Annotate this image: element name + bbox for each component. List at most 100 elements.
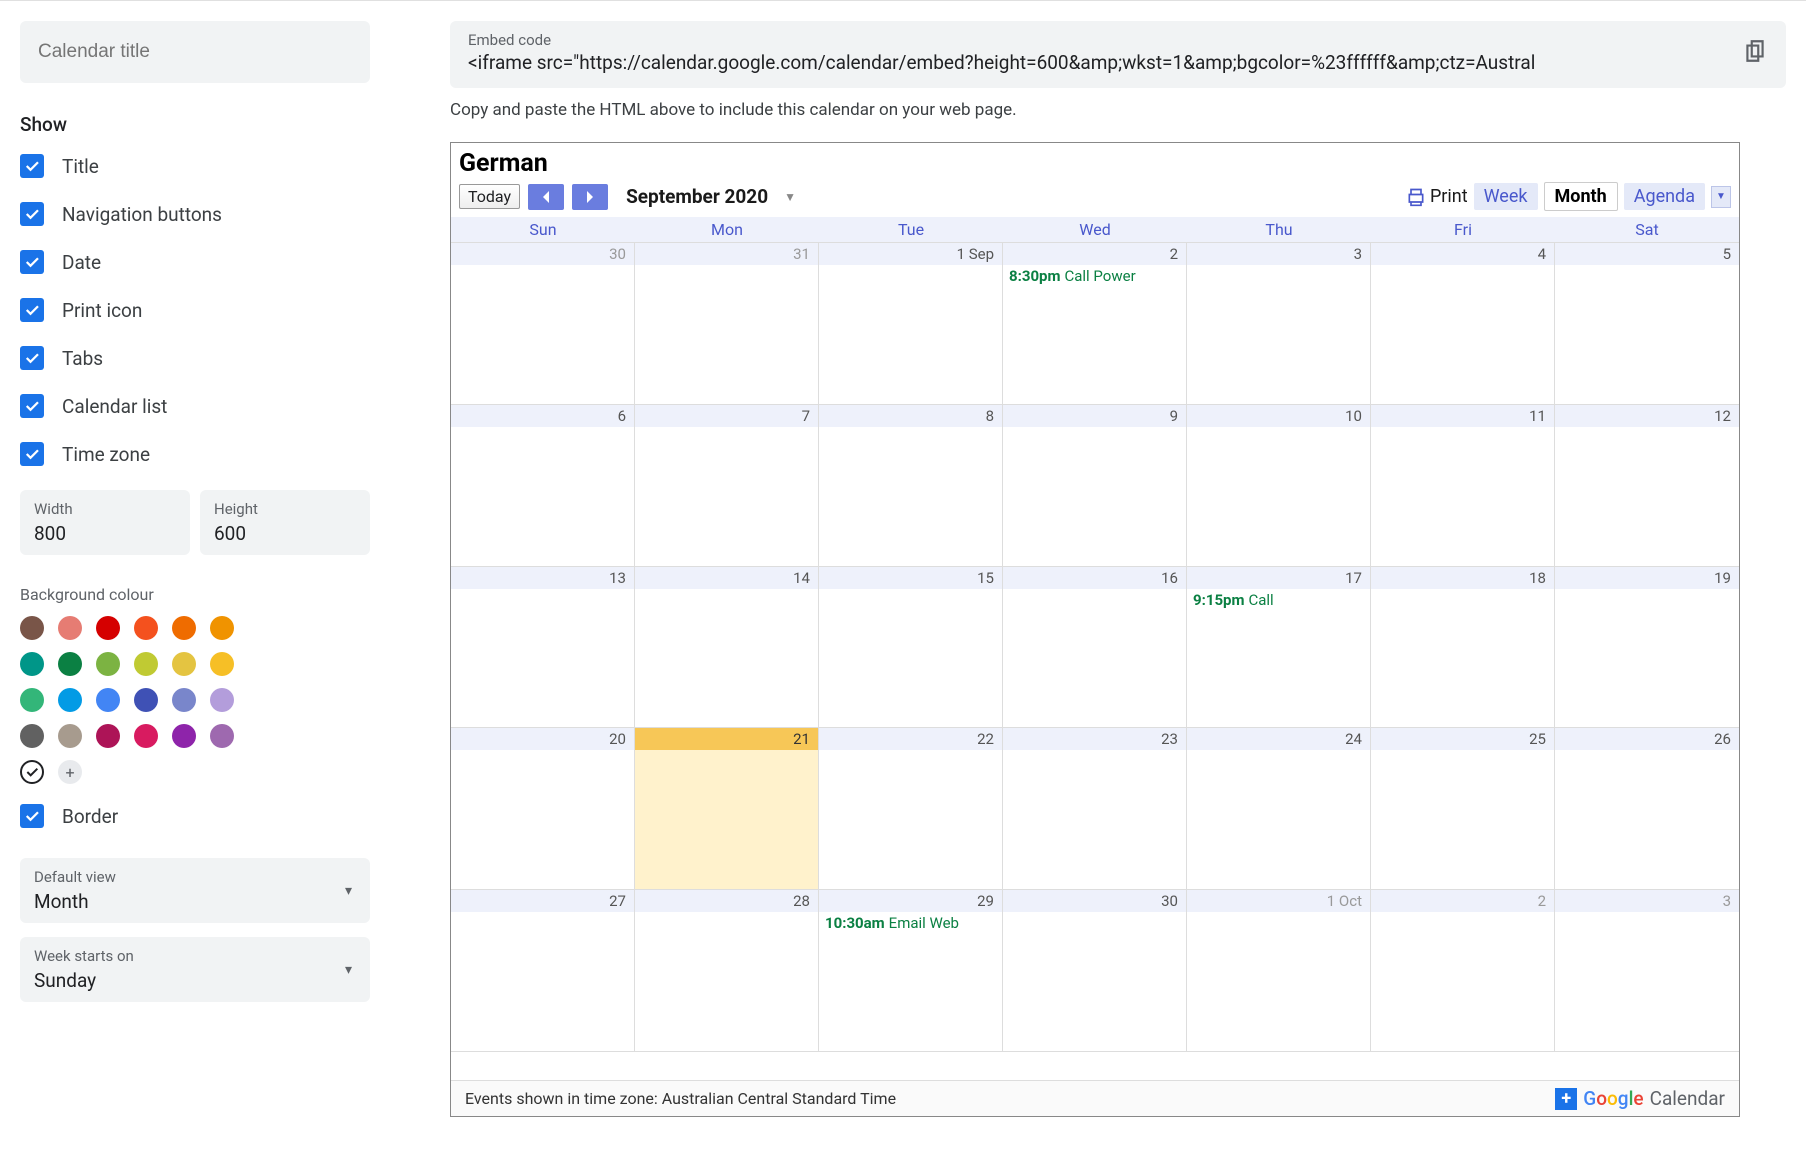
date-number: 16 — [1003, 567, 1186, 589]
date-number: 10 — [1187, 405, 1370, 427]
google-logo: Google — [1583, 1087, 1643, 1110]
calendar-event[interactable]: 8:30pmCall Power — [1003, 265, 1186, 287]
swatch-colour[interactable] — [134, 616, 158, 640]
swatch-colour[interactable] — [96, 616, 120, 640]
swatch-colour[interactable] — [58, 652, 82, 676]
swatch-colour[interactable] — [96, 652, 120, 676]
swatch-colour[interactable] — [20, 652, 44, 676]
swatch-colour[interactable] — [210, 652, 234, 676]
calendar-cell[interactable]: 25 — [1371, 728, 1555, 890]
show-checkbox-4[interactable] — [20, 346, 44, 370]
swatch-colour[interactable] — [172, 616, 196, 640]
swatch-colour[interactable] — [96, 688, 120, 712]
swatch-colour[interactable] — [210, 616, 234, 640]
date-number: 18 — [1371, 567, 1554, 589]
calendar-cell[interactable]: 11 — [1371, 405, 1555, 567]
calendar-cell[interactable]: 21 — [635, 728, 819, 890]
calendar-cell[interactable]: 1 Oct — [1187, 890, 1371, 1052]
calendar-cell[interactable]: 22 — [819, 728, 1003, 890]
copy-icon[interactable] — [1742, 38, 1768, 68]
calendar-cell[interactable]: 28:30pmCall Power — [1003, 243, 1187, 405]
today-button[interactable]: Today — [459, 184, 520, 209]
width-field[interactable]: Width 800 — [20, 490, 190, 555]
swatch-colour[interactable] — [134, 724, 158, 748]
show-checkbox-5[interactable] — [20, 394, 44, 418]
prev-button[interactable] — [528, 184, 564, 210]
week-start-select[interactable]: Week starts on Sunday — [20, 937, 370, 1002]
calendar-event[interactable]: 10:30amEmail Web — [819, 912, 1002, 934]
calendar-cell[interactable]: 16 — [1003, 567, 1187, 729]
calendar-cell[interactable]: 9 — [1003, 405, 1187, 567]
day-header: Thu — [1187, 217, 1371, 242]
show-label-4: Tabs — [62, 347, 103, 370]
calendar-cell[interactable]: 26 — [1555, 728, 1739, 890]
calendar-cell[interactable]: 18 — [1371, 567, 1555, 729]
calendar-cell[interactable]: 20 — [451, 728, 635, 890]
calendar-cell[interactable]: 30 — [451, 243, 635, 405]
calendar-cell[interactable]: 5 — [1555, 243, 1739, 405]
calendar-cell[interactable]: 2 — [1371, 890, 1555, 1052]
month-label[interactable]: September 2020 — [626, 185, 768, 208]
next-button[interactable] — [572, 184, 608, 210]
swatch-colour[interactable] — [58, 616, 82, 640]
calendar-cell[interactable]: 3 — [1555, 890, 1739, 1052]
calendar-cell[interactable]: 15 — [819, 567, 1003, 729]
calendar-cell[interactable]: 6 — [451, 405, 635, 567]
calendar-cell[interactable]: 24 — [1187, 728, 1371, 890]
swatch-colour[interactable] — [172, 724, 196, 748]
calendar-cell[interactable]: 27 — [451, 890, 635, 1052]
calendar-title-input[interactable] — [20, 21, 370, 83]
calendar-cell[interactable]: 2910:30amEmail Web — [819, 890, 1003, 1052]
calendar-cell[interactable]: 1 Sep — [819, 243, 1003, 405]
swatch-colour[interactable] — [58, 724, 82, 748]
swatch-colour[interactable] — [134, 652, 158, 676]
month-dropdown-icon[interactable]: ▼ — [784, 190, 796, 204]
calendar-cell[interactable]: 12 — [1555, 405, 1739, 567]
tab-agenda[interactable]: Agenda — [1624, 183, 1705, 210]
date-number: 7 — [635, 405, 818, 427]
view-dropdown-icon[interactable]: ▼ — [1711, 186, 1731, 208]
show-checkbox-1[interactable] — [20, 202, 44, 226]
calendar-cell[interactable]: 23 — [1003, 728, 1187, 890]
height-field[interactable]: Height 600 — [200, 490, 370, 555]
calendar-cell[interactable]: 14 — [635, 567, 819, 729]
swatch-colour[interactable] — [20, 616, 44, 640]
swatch-colour[interactable] — [210, 688, 234, 712]
swatch-colour[interactable] — [210, 724, 234, 748]
calendar-cell[interactable]: 4 — [1371, 243, 1555, 405]
swatch-colour[interactable] — [58, 688, 82, 712]
calendar-cell[interactable]: 179:15pmCall — [1187, 567, 1371, 729]
calendar-cell[interactable]: 10 — [1187, 405, 1371, 567]
date-number: 1 Oct — [1187, 890, 1370, 912]
print-button[interactable]: Print — [1406, 186, 1468, 207]
tab-week[interactable]: Week — [1474, 183, 1538, 210]
embed-code-field[interactable]: <iframe src="https://calendar.google.com… — [468, 51, 1726, 74]
calendar-event[interactable]: 9:15pmCall — [1187, 589, 1370, 611]
swatch-colour[interactable] — [134, 688, 158, 712]
calendar-cell[interactable]: 19 — [1555, 567, 1739, 729]
calendar-cell[interactable]: 3 — [1187, 243, 1371, 405]
swatch-colour[interactable] — [20, 688, 44, 712]
swatch-colour[interactable] — [172, 688, 196, 712]
calendar-cell[interactable]: 31 — [635, 243, 819, 405]
week-start-label: Week starts on — [34, 947, 356, 965]
calendar-cell[interactable]: 7 — [635, 405, 819, 567]
google-calendar-link[interactable]: + Google Calendar — [1555, 1087, 1725, 1110]
calendar-cell[interactable]: 30 — [1003, 890, 1187, 1052]
show-checkbox-6[interactable] — [20, 442, 44, 466]
default-view-select[interactable]: Default view Month — [20, 858, 370, 923]
swatch-colour[interactable] — [96, 724, 120, 748]
swatch-colour[interactable] — [172, 652, 196, 676]
swatch-add-custom[interactable]: + — [58, 760, 82, 784]
swatch-white-selected[interactable] — [20, 760, 44, 784]
show-checkbox-0[interactable] — [20, 154, 44, 178]
show-checkbox-3[interactable] — [20, 298, 44, 322]
tab-month[interactable]: Month — [1544, 182, 1618, 211]
show-checkbox-2[interactable] — [20, 250, 44, 274]
calendar-cell[interactable]: 13 — [451, 567, 635, 729]
date-number: 27 — [451, 890, 634, 912]
border-checkbox[interactable] — [20, 804, 44, 828]
calendar-cell[interactable]: 28 — [635, 890, 819, 1052]
swatch-colour[interactable] — [20, 724, 44, 748]
calendar-cell[interactable]: 8 — [819, 405, 1003, 567]
